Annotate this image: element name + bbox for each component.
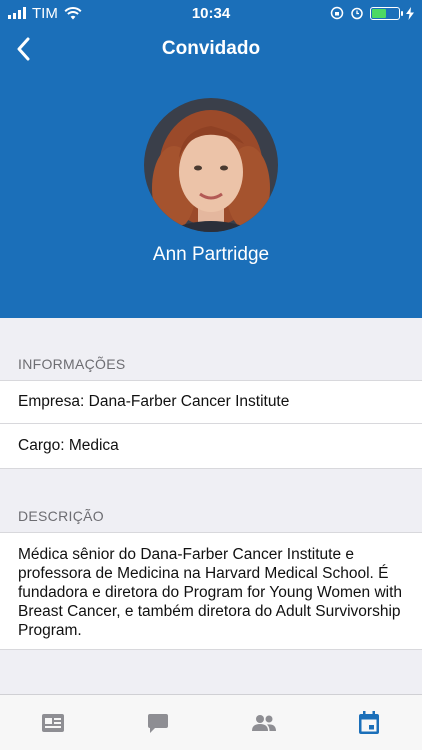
news-icon	[41, 713, 64, 732]
carrier-label: TIM	[32, 4, 58, 22]
signal-icon	[8, 7, 26, 19]
nav-bar: Convidado	[0, 26, 422, 72]
rotation-lock-icon	[330, 6, 344, 20]
role-row: Cargo: Medica	[0, 424, 422, 469]
company-row: Empresa: Dana-Farber Cancer Institute	[0, 380, 422, 424]
status-right	[330, 6, 414, 20]
description-section-header: DESCRIÇÃO	[18, 508, 104, 524]
tab-people[interactable]	[211, 695, 317, 750]
back-button[interactable]	[6, 32, 40, 66]
chat-icon	[148, 713, 169, 733]
profile-header: Ann Partridge	[0, 72, 422, 318]
description-text: Médica sênior do Dana-Farber Cancer Inst…	[0, 532, 422, 650]
status-bar: TIM 10:34	[0, 0, 422, 26]
role-text: Cargo: Medica	[18, 437, 119, 454]
alarm-icon	[351, 7, 363, 20]
status-left: TIM	[8, 5, 82, 22]
people-icon	[251, 714, 276, 731]
battery-fill	[372, 8, 387, 18]
tab-bar	[0, 694, 422, 750]
profile-name: Ann Partridge	[152, 244, 270, 265]
tab-calendar[interactable]	[317, 695, 422, 750]
charging-icon	[406, 6, 414, 20]
avatar-image	[144, 98, 278, 232]
avatar	[144, 98, 278, 232]
info-section-header: INFORMAÇÕES	[18, 356, 126, 372]
battery-icon	[370, 6, 403, 20]
calendar-icon	[359, 710, 380, 734]
company-text: Empresa: Dana-Farber Cancer Institute	[18, 393, 290, 410]
tab-news[interactable]	[0, 695, 106, 750]
page-title: Convidado	[161, 38, 261, 59]
chevron-left-icon	[17, 37, 30, 61]
tab-chat[interactable]	[106, 695, 212, 750]
wifi-icon	[64, 6, 82, 19]
